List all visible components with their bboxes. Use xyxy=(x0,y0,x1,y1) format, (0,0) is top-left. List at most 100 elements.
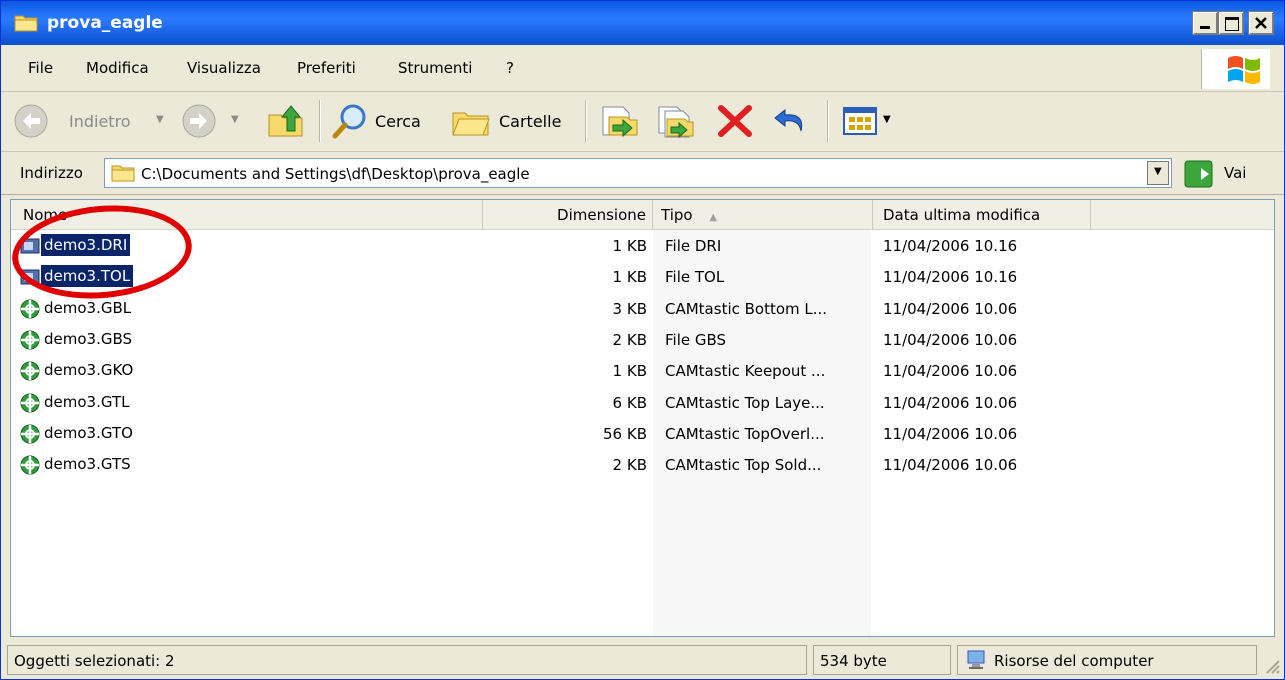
file-type: CAMtastic Keepout ... xyxy=(665,362,826,381)
file-size: 2 KB xyxy=(612,330,647,349)
file-name[interactable]: demo3.GBL xyxy=(41,297,134,319)
file-modified: 11/04/2006 10.06 xyxy=(883,362,1018,381)
windows-flag-icon xyxy=(1228,56,1260,84)
forward-button[interactable]: ▼ xyxy=(179,100,251,142)
table-row[interactable]: demo3.GBS 2 KB File GBS 11/04/2006 10.06 xyxy=(11,325,1274,357)
file-type: CAMtastic TopOverl... xyxy=(665,424,825,443)
views-button[interactable]: ▼ xyxy=(839,100,901,142)
file-size: 2 KB xyxy=(612,456,647,475)
column-type-label: Tipo xyxy=(661,206,693,224)
toolbar-separator xyxy=(827,100,829,142)
move-to-folder-icon xyxy=(602,106,638,138)
go-button[interactable]: Vai xyxy=(1184,159,1274,189)
maximize-button[interactable] xyxy=(1218,11,1244,35)
close-button[interactable] xyxy=(1248,11,1274,35)
undo-button[interactable] xyxy=(769,100,815,142)
address-dropdown-button[interactable]: ▼ xyxy=(1147,161,1169,185)
file-modified: 11/04/2006 10.16 xyxy=(883,237,1018,255)
title-bar[interactable]: prova_eagle xyxy=(1,1,1284,45)
camtastic-file-icon xyxy=(20,393,40,412)
forward-arrow-icon xyxy=(182,104,216,138)
toolbar-separator xyxy=(319,100,321,142)
delete-button[interactable] xyxy=(713,100,759,142)
search-button[interactable]: Cerca xyxy=(329,100,439,142)
sort-ascending-icon: ▲ xyxy=(709,212,718,223)
table-row[interactable]: demo3.GBL 3 KB CAMtastic Bottom L... 11/04/… xyxy=(11,294,1274,326)
address-bar: Indirizzo C:\Documents and Settings\df\D… xyxy=(1,152,1284,195)
maximize-icon xyxy=(1225,17,1239,31)
menu-modifica[interactable]: Modifica xyxy=(86,59,149,77)
menu-help[interactable]: ? xyxy=(506,59,514,77)
forward-dropdown-icon: ▼ xyxy=(231,114,239,125)
folder-up-icon xyxy=(268,105,303,137)
computer-icon xyxy=(967,650,985,669)
standard-toolbar: Indietro ▼ ▼ Cerca Cartelle ▼ xyxy=(1,92,1284,152)
file-name[interactable]: demo3.GTS xyxy=(41,453,134,475)
status-location: Risorse del computer xyxy=(957,645,1257,675)
up-folder-button[interactable] xyxy=(263,100,309,142)
file-name[interactable]: demo3.GTL xyxy=(41,391,132,413)
file-modified: 11/04/2006 10.06 xyxy=(883,330,1018,349)
go-arrow-icon xyxy=(1184,160,1213,188)
copy-to-folder-icon xyxy=(658,106,694,139)
toolbar-separator xyxy=(585,100,587,142)
folders-button[interactable]: Cartelle xyxy=(447,100,573,142)
back-label: Indietro xyxy=(69,112,131,131)
undo-icon xyxy=(774,108,803,132)
file-size: 6 KB xyxy=(612,393,647,412)
file-modified: 11/04/2006 10.06 xyxy=(883,393,1018,412)
status-size-text: 534 byte xyxy=(820,652,887,670)
file-size: 1 KB xyxy=(612,362,647,381)
folder-icon xyxy=(111,165,135,182)
file-modified: 11/04/2006 10.16 xyxy=(883,268,1018,287)
column-size[interactable]: Dimensione xyxy=(483,200,653,229)
file-type: File TOL xyxy=(665,268,725,287)
copy-to-button[interactable] xyxy=(653,100,699,142)
camtastic-file-icon xyxy=(20,330,40,350)
menu-strumenti[interactable]: Strumenti xyxy=(398,59,472,77)
column-header: Nome Dimensione Tipo ▲ Data ultima modif… xyxy=(11,200,1274,230)
menu-file[interactable]: File xyxy=(28,59,53,77)
back-button[interactable]: Indietro ▼ xyxy=(11,100,171,142)
table-row[interactable]: demo3.TOL 1 KB File TOL 11/04/2006 10.16 xyxy=(11,262,1274,294)
address-value: C:\Documents and Settings\df\Desktop\pro… xyxy=(141,165,530,183)
move-to-button[interactable] xyxy=(597,100,643,142)
views-dropdown-icon: ▼ xyxy=(883,114,891,125)
back-arrow-icon xyxy=(14,104,48,138)
table-row[interactable]: demo3.GTL 6 KB CAMtastic Top Laye... 11/04/… xyxy=(11,388,1274,420)
status-size: 534 byte xyxy=(813,645,951,675)
minimize-button[interactable] xyxy=(1192,11,1218,35)
file-modified: 11/04/2006 10.06 xyxy=(883,424,1018,443)
file-type: File GBS xyxy=(665,330,727,349)
menu-preferiti[interactable]: Preferiti xyxy=(297,59,356,77)
address-input[interactable]: C:\Documents and Settings\df\Desktop\pro… xyxy=(104,158,1172,188)
close-icon xyxy=(1255,17,1267,29)
file-name[interactable]: demo3.GTO xyxy=(41,422,136,444)
column-type[interactable]: Tipo ▲ xyxy=(653,200,873,229)
delete-x-icon xyxy=(718,105,752,137)
go-label: Vai xyxy=(1224,164,1247,182)
menu-visualizza[interactable]: Visualizza xyxy=(187,59,261,77)
column-modified[interactable]: Data ultima modifica xyxy=(873,200,1091,229)
file-size: 1 KB xyxy=(612,268,647,287)
table-row[interactable]: demo3.GKO 1 KB CAMtastic Keepout ... 11/04/… xyxy=(11,356,1274,388)
table-row[interactable]: demo3.DRI 1 KB File DRI 11/04/2006 10.16 xyxy=(11,231,1274,263)
address-label: Indirizzo xyxy=(20,164,83,182)
resize-grip-icon[interactable] xyxy=(1263,657,1281,675)
file-type: CAMtastic Top Sold... xyxy=(665,456,822,475)
file-type: File DRI xyxy=(665,237,722,255)
file-list[interactable]: Nome Dimensione Tipo ▲ Data ultima modif… xyxy=(10,199,1275,637)
folder-icon xyxy=(14,15,38,32)
file-name[interactable]: demo3.GBS xyxy=(41,328,135,350)
menu-bar: File Modifica Visualizza Preferiti Strum… xyxy=(1,45,1284,92)
file-modified: 11/04/2006 10.06 xyxy=(883,456,1018,475)
file-size: 3 KB xyxy=(612,299,647,318)
table-row[interactable]: demo3.GTS 2 KB CAMtastic Top Sold... 11/04/… xyxy=(11,450,1274,482)
file-name[interactable]: demo3.GKO xyxy=(41,359,136,381)
chevron-down-icon: ▼ xyxy=(1154,166,1162,177)
table-row[interactable]: demo3.GTO 56 KB CAMtastic TopOverl... 11/04… xyxy=(11,419,1274,451)
minimize-icon xyxy=(1200,26,1210,29)
status-selection-text: Oggetti selezionati: 2 xyxy=(14,652,175,670)
column-modified-label: Data ultima modifica xyxy=(883,206,1041,224)
camtastic-file-icon xyxy=(20,424,40,444)
